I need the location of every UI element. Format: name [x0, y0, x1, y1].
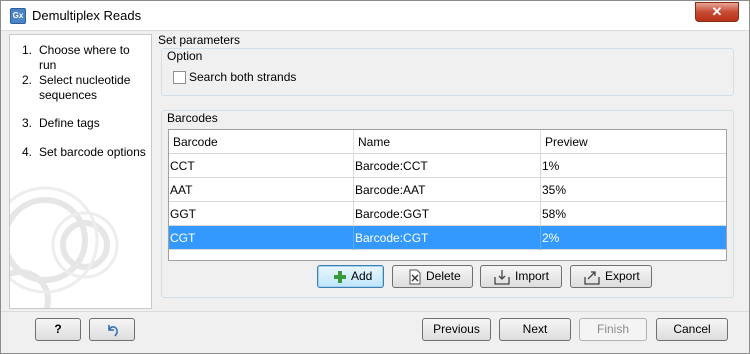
cell-preview: 1%: [542, 159, 560, 173]
table-row[interactable]: GGT Barcode:GGT 58%: [169, 202, 726, 226]
search-both-strands-checkbox[interactable]: [173, 71, 186, 84]
previous-button-label: Previous: [433, 322, 480, 336]
close-button[interactable]: ✕: [695, 2, 739, 22]
cell-name: Barcode:AAT: [354, 178, 541, 202]
next-button[interactable]: Next: [499, 318, 571, 341]
cell-name: Barcode:CGT: [354, 226, 541, 250]
option-group-title: Option: [167, 49, 203, 63]
cell-name: Barcode:CCT: [354, 154, 541, 178]
cell-barcode: AAT: [169, 178, 354, 202]
cell-barcode: CGT: [169, 226, 354, 250]
help-button-label: ?: [54, 322, 62, 336]
import-button[interactable]: Import: [480, 265, 562, 288]
step-label: Set barcode options: [39, 145, 146, 159]
next-button-label: Next: [522, 322, 548, 336]
cancel-button[interactable]: Cancel: [656, 318, 728, 341]
export-button-label: Export: [605, 269, 640, 283]
add-button[interactable]: Add: [317, 265, 384, 288]
delete-icon: [409, 269, 421, 285]
add-button-label: Add: [351, 269, 373, 283]
column-header-name[interactable]: Name: [354, 130, 541, 154]
table-row-selected[interactable]: CGT Barcode:CGT 2%: [169, 226, 726, 250]
step-label: Define tags: [39, 116, 100, 130]
step-label: Select nucleotide sequences: [39, 73, 131, 102]
cell-barcode: GGT: [169, 202, 354, 226]
delete-button-label: Delete: [426, 269, 461, 283]
step-number: 3.: [22, 116, 33, 130]
cell-preview: 2%: [542, 231, 560, 245]
app-icon: Gx: [10, 8, 26, 24]
footer-divider: [1, 311, 749, 312]
cell-barcode: CCT: [169, 154, 354, 178]
step-number: 2.: [22, 73, 33, 87]
table-row[interactable]: CCT Barcode:CCT 1%: [169, 154, 726, 178]
cell-preview: 58%: [542, 207, 567, 221]
finish-button[interactable]: Finish: [579, 318, 647, 341]
import-button-label: Import: [515, 269, 550, 283]
cancel-button-label: Cancel: [673, 322, 711, 336]
dna-watermark-icon: [10, 186, 119, 308]
reset-button[interactable]: [89, 318, 135, 341]
step-label: Choose where to run: [39, 43, 130, 72]
finish-button-label: Finish: [596, 322, 629, 336]
dialog-window: Gx Demultiplex Reads ✕ 1. Choose where t…: [0, 0, 750, 354]
previous-button[interactable]: Previous: [422, 318, 491, 341]
column-header-barcode[interactable]: Barcode: [169, 130, 354, 154]
section-title: Set parameters: [158, 33, 241, 47]
import-icon: [494, 270, 510, 285]
table-row[interactable]: AAT Barcode:AAT 35%: [169, 178, 726, 202]
cell-name: Barcode:GGT: [354, 202, 541, 226]
table-header: Barcode Name Preview: [169, 130, 726, 154]
wizard-steps-panel: 1. Choose where to run 2. Select nucleot…: [9, 34, 152, 309]
step-number: 4.: [22, 145, 33, 159]
help-button[interactable]: ?: [35, 318, 81, 341]
undo-icon: [108, 325, 118, 337]
barcodes-group-title: Barcodes: [167, 111, 218, 125]
window-title: Demultiplex Reads: [32, 8, 142, 23]
step-number: 1.: [22, 43, 33, 57]
column-header-preview[interactable]: Preview: [541, 130, 726, 154]
delete-button[interactable]: Delete: [392, 265, 473, 288]
barcodes-table: Barcode Name Preview CCT Barcode:CCT 1% …: [168, 129, 727, 261]
plus-icon: [334, 271, 346, 283]
title-bar: Gx Demultiplex Reads ✕: [1, 1, 749, 31]
cell-preview: 35%: [542, 183, 567, 197]
export-button[interactable]: Export: [570, 265, 652, 288]
search-both-strands-label: Search both strands: [189, 70, 297, 84]
export-icon: [584, 271, 600, 285]
